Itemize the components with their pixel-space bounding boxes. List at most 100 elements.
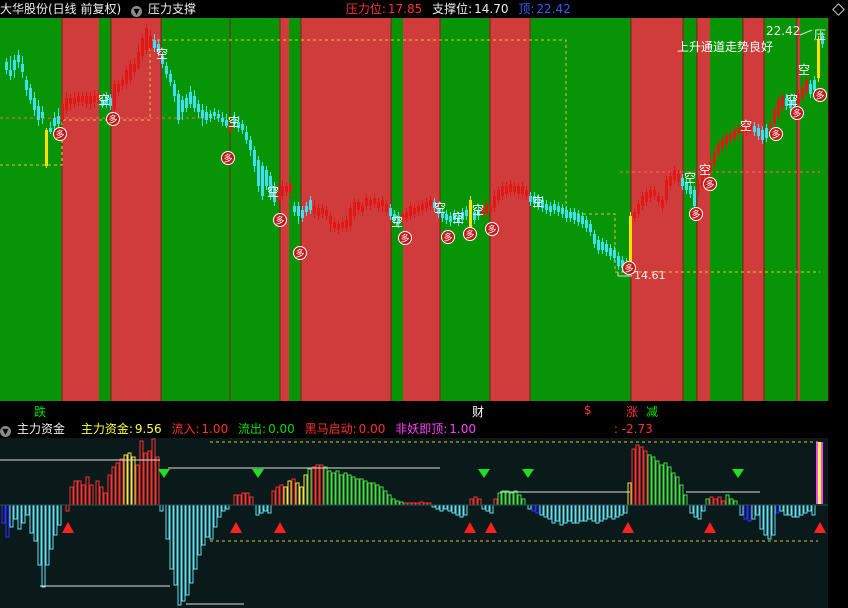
fund-bar [705,498,710,506]
fund-bar [643,450,648,506]
candle-body [497,190,500,200]
candle-body [145,28,148,50]
candle-body [517,186,520,194]
up-arrow-icon [814,522,826,533]
fund-bar [209,504,214,540]
candle-body [649,190,652,198]
fund-bar [217,504,222,518]
fund-bar [599,504,604,522]
candle-body [637,204,640,214]
candle-body [597,240,600,250]
long-signal-label: 多 [487,224,496,236]
fund-bar [603,504,608,520]
candle-body [645,192,648,202]
candle-body [717,144,720,154]
red-band [280,18,289,401]
candle-body [429,200,432,206]
candle-body [545,204,548,210]
sub-chart-header: ▼ 主力资金 主力资金: 9.56 流入: 1.00 流出: 0.00 黑马启动: 0.0… [0,420,848,438]
candle-body [53,118,56,126]
down-arrow-icon [252,469,264,478]
event-marker[interactable]: $ [584,403,592,417]
candle-body [205,112,208,120]
event-marker[interactable]: 涨 [626,403,638,420]
long-signal-label: 多 [465,229,474,241]
fund-bar [587,504,592,520]
fund-bar [513,490,518,506]
fund-bar [331,472,336,506]
fund-bar [351,476,356,506]
pressure-label: 压力位: [345,2,386,16]
fund-bar [551,504,556,524]
fund-bar [151,438,156,506]
candlestick-chart[interactable]: 空空空空空空空空空空空空空空多多多多多多多多多多多多多多多 [0,18,828,401]
candle-body [617,256,620,266]
candle-body [357,202,360,210]
sub-indicator-dropdown[interactable]: ▼ 主力资金 [0,422,75,437]
fund-bar [697,504,702,520]
fund-bar [271,490,276,506]
candle-body [129,64,132,80]
candle-body [489,206,492,212]
candle-body [317,208,320,216]
candle-body [345,220,348,228]
candle-body [733,130,736,138]
candle-body [805,80,808,92]
fund-bar [391,498,396,506]
fund-bar [543,504,548,518]
fund-bar [165,504,170,540]
fund-bar [263,504,268,512]
chevron-down-icon: ▼ [131,6,143,17]
fund-bar [521,498,526,506]
candle-body [253,150,256,166]
fund-flow-chart[interactable] [0,438,828,608]
main-chart-panel[interactable]: 空空空空空空空空空空空空空空多多多多多多多多多多多多多多多 22.42 压 上升… [0,18,828,401]
fund-bar [539,504,544,516]
candle-body [381,200,384,206]
fund-bar [225,504,230,510]
fund-bar [751,504,756,520]
candle-body [285,186,288,192]
candle-body [713,152,716,164]
event-markers-row: 跌 财 $ 涨 减 [0,401,828,420]
fund-bar [335,470,340,506]
fund-bar [49,504,54,550]
red-band [490,18,530,401]
fund-bar [177,504,182,606]
fund-bar [439,504,444,512]
event-marker[interactable]: 跌 [34,403,46,420]
event-marker[interactable]: 减 [646,403,658,420]
event-marker[interactable]: 财 [472,403,484,420]
fund-bar [73,480,78,506]
candle-body [553,204,556,210]
candle-body [801,88,804,98]
high-price-label: 22.42 [766,24,801,38]
fund-bar [721,500,726,506]
candle-body [29,88,32,100]
fund-bar [267,504,272,514]
fund-bar [291,478,296,506]
fund-bar [469,498,474,506]
fund-bar [213,504,218,528]
fund-bar [89,484,94,506]
feiyao-bar-core [818,442,821,504]
fund-flow-panel[interactable] [0,438,828,608]
down-arrow-icon [522,469,534,478]
fund-bar [575,504,580,524]
trend-note: 上升通道走势良好 [677,40,774,54]
candle-body [169,74,172,82]
indicator-dropdown[interactable]: ▼ 压力支撑 [131,2,206,17]
long-signal-label: 多 [275,215,284,227]
candle-body [613,250,616,258]
fund-bar [611,504,616,520]
fund-bar [455,504,460,516]
fund-bar [497,492,502,506]
candle-body [121,80,124,86]
fund-bar [771,504,776,536]
candle-body [341,222,344,228]
candle-body [521,186,524,194]
candle-body [413,208,416,214]
candle-body [89,96,92,104]
green-band [99,18,111,401]
top-value: 22.42 [536,2,571,16]
